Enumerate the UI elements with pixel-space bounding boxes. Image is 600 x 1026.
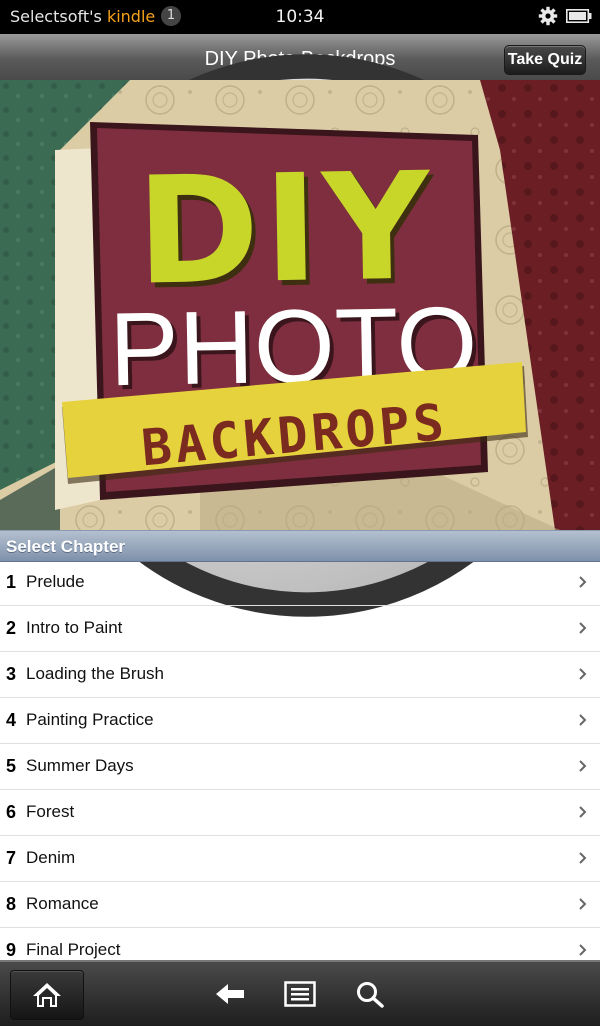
chapter-item-4[interactable]: 4 Painting Practice [0, 698, 600, 744]
menu-icon[interactable] [284, 980, 316, 1008]
chapter-item-3[interactable]: 3 Loading the Brush [0, 652, 600, 698]
chapter-title: Painting Practice [26, 710, 154, 729]
chapter-title: Summer Days [26, 756, 134, 775]
chapter-number: 3 [6, 664, 17, 684]
chapter-list: 1 Prelude 2 Intro to Paint 3 Loading the… [0, 560, 600, 974]
chevron-right-icon [579, 668, 587, 680]
chevron-right-icon [579, 898, 587, 910]
chapter-item-1[interactable]: 1 Prelude [0, 560, 600, 606]
gear-icon[interactable] [538, 6, 558, 26]
chapter-title: Forest [26, 802, 75, 821]
chapter-item-6[interactable]: 6 Forest [0, 790, 600, 836]
chevron-right-icon [579, 714, 587, 726]
chapter-number: 7 [6, 848, 17, 868]
chapter-number: 1 [6, 572, 17, 592]
home-button[interactable] [10, 970, 84, 1020]
device-owner: Selectsoft's kindle [10, 7, 155, 26]
status-bar: Selectsoft's kindle 1 10:34 [0, 0, 600, 34]
chapter-number: 2 [6, 618, 17, 638]
chapter-title: Prelude [26, 572, 85, 591]
chapter-item-2[interactable]: 2 Intro to Paint [0, 606, 600, 652]
cover-art: DIY DIY PHOTO PHOTO BACKDROPS [0, 80, 600, 530]
battery-icon [566, 9, 592, 23]
chapter-item-5[interactable]: 5 Summer Days [0, 744, 600, 790]
kindle-brand: kindle [106, 7, 156, 26]
chapter-title: Final Project [26, 940, 121, 959]
chapter-item-7[interactable]: 7 Denim [0, 836, 600, 882]
chapter-title: Intro to Paint [26, 618, 123, 637]
chapter-title: Romance [26, 894, 99, 913]
search-icon[interactable] [354, 980, 386, 1008]
chapter-number: 6 [6, 802, 17, 822]
chevron-right-icon [579, 576, 587, 588]
back-arrow-icon[interactable] [214, 980, 246, 1008]
chevron-right-icon [579, 806, 587, 818]
bottom-nav-bar [0, 960, 600, 1026]
chapter-item-8[interactable]: 8 Romance [0, 882, 600, 928]
chapter-header-label: Select Chapter [6, 537, 126, 556]
chevron-right-icon [579, 944, 587, 956]
chapter-section-header: Select Chapter [0, 530, 600, 562]
take-quiz-button[interactable]: Take Quiz [504, 45, 586, 75]
chapter-title: Loading the Brush [26, 664, 164, 683]
owner-name: Selectsoft's [10, 7, 102, 26]
chapter-title: Denim [26, 848, 76, 867]
chapter-number: 8 [6, 894, 17, 914]
chapter-number: 4 [6, 710, 17, 730]
notification-badge[interactable]: 1 [161, 6, 181, 26]
home-icon [33, 983, 61, 1007]
chapter-number: 9 [6, 940, 17, 960]
chevron-right-icon [579, 852, 587, 864]
chevron-right-icon [579, 622, 587, 634]
chapter-number: 5 [6, 756, 17, 776]
chevron-right-icon [579, 760, 587, 772]
